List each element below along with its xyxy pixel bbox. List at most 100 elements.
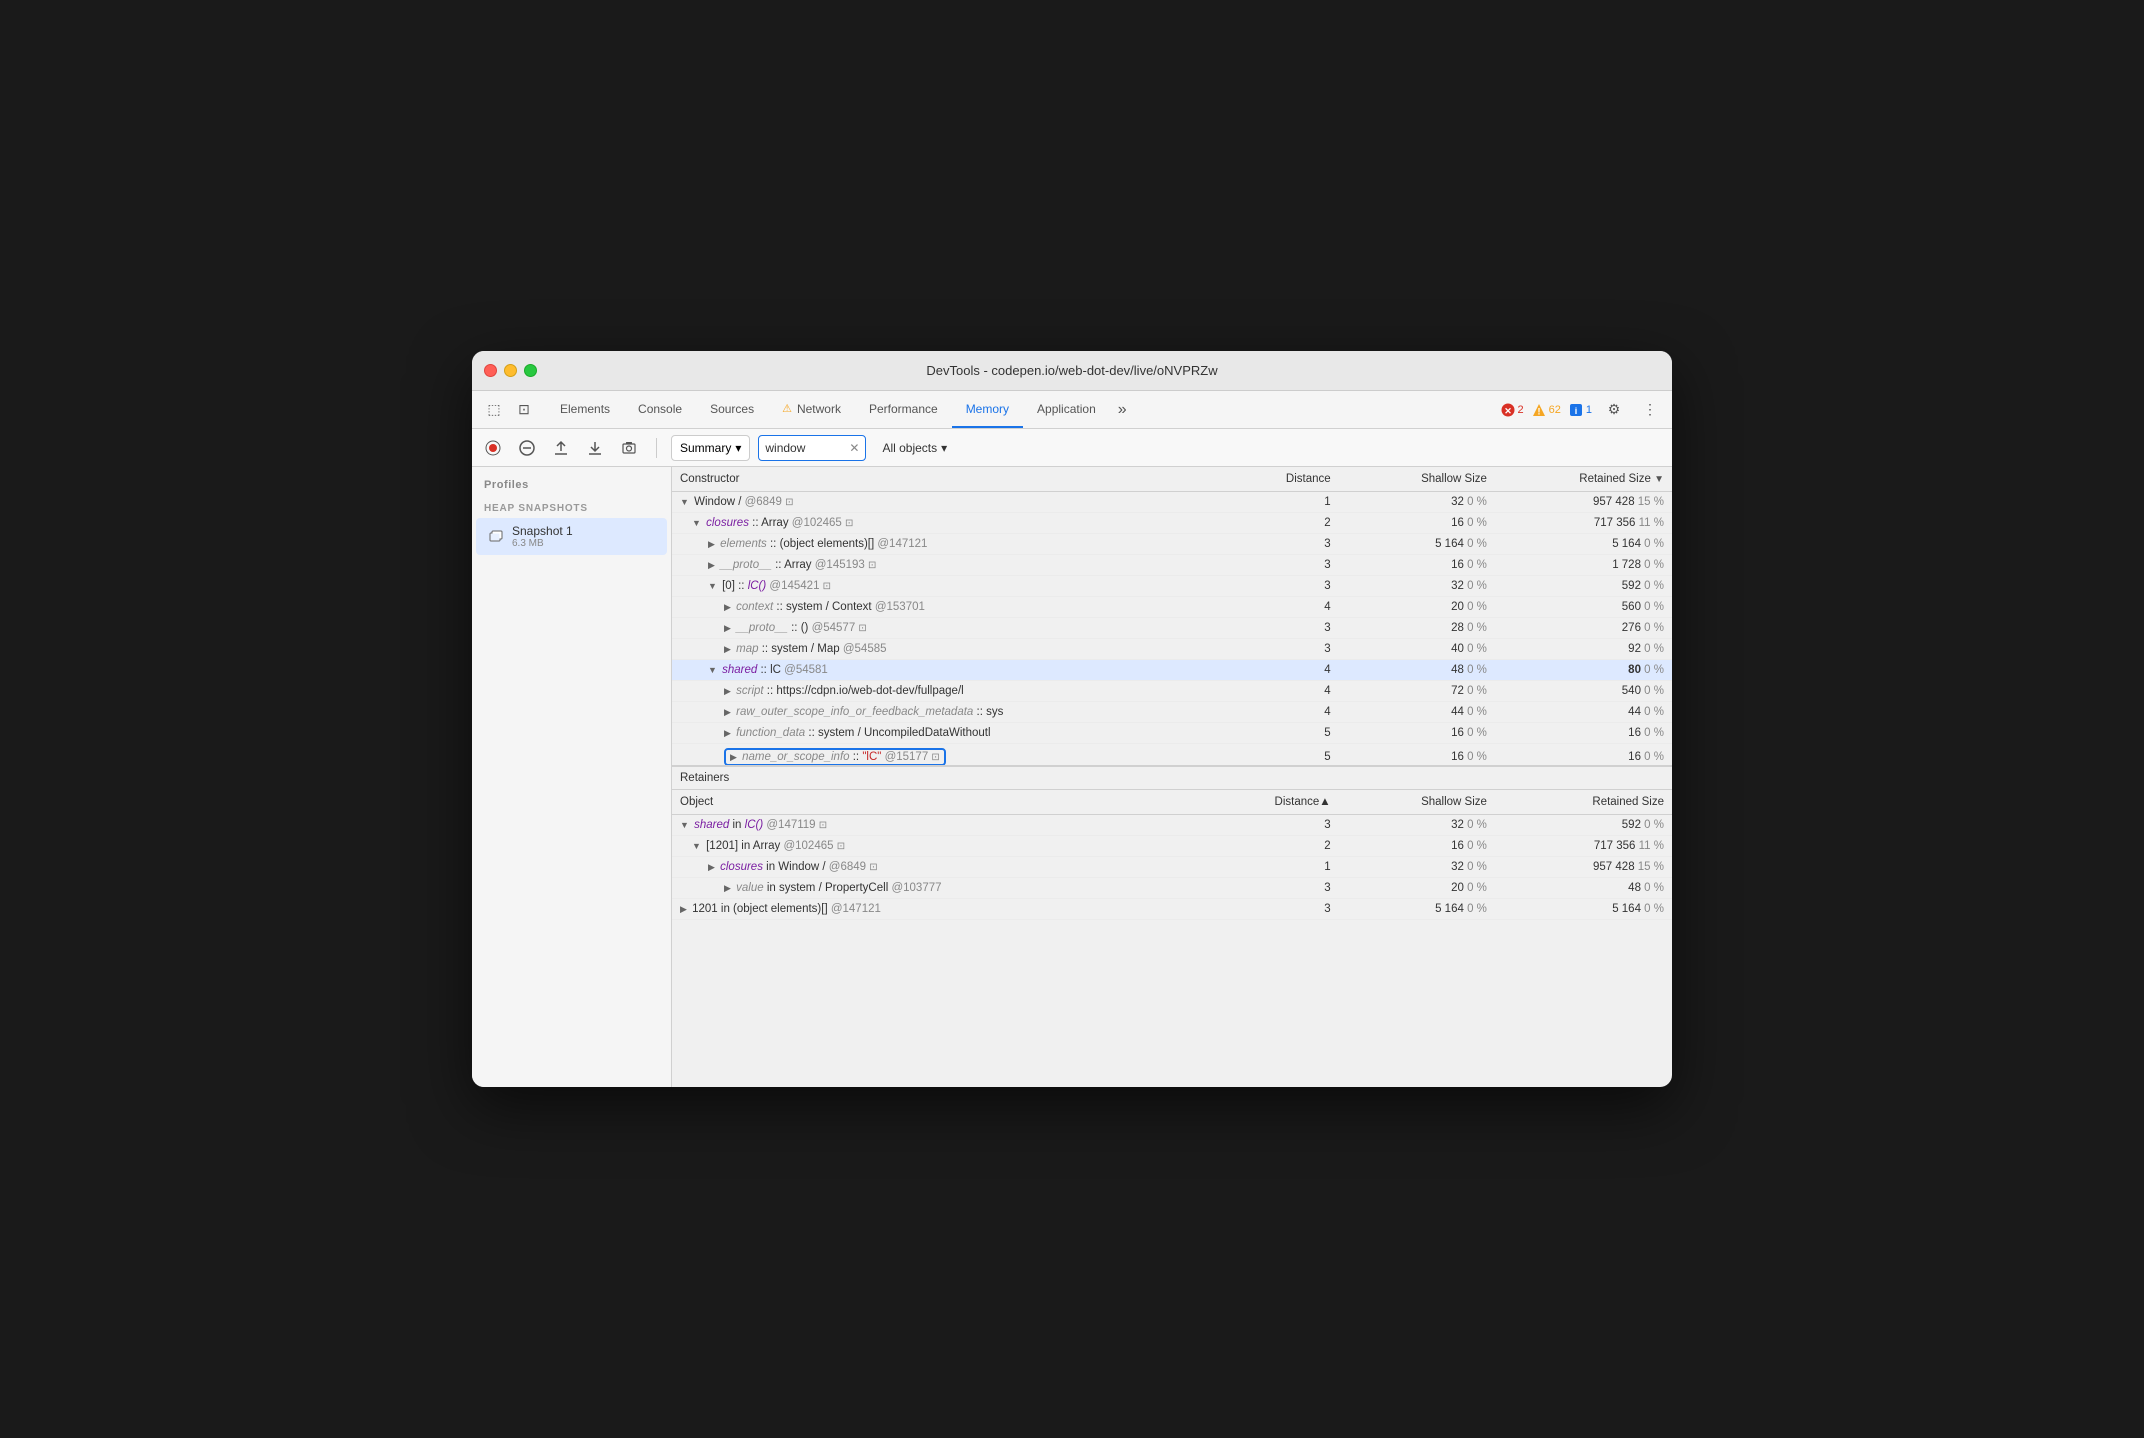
- table-row[interactable]: function_data :: system / UncompiledData…: [672, 723, 1672, 744]
- table-row[interactable]: shared in lC() @147119 ⊡ 3 32 0 % 592 0 …: [672, 814, 1672, 835]
- sidebar: Profiles HEAP SNAPSHOTS Snapshot 1 6.3 M…: [472, 467, 672, 1087]
- sidebar-item-snapshot1[interactable]: Snapshot 1 6.3 MB: [476, 518, 667, 555]
- tab-console[interactable]: Console: [624, 391, 696, 428]
- tree-toggle[interactable]: [708, 581, 717, 591]
- tree-toggle[interactable]: [708, 665, 717, 675]
- table-row[interactable]: 1201 in (object elements)[] @147121 3 5 …: [672, 898, 1672, 919]
- filter-input[interactable]: ✕: [758, 435, 866, 461]
- tree-toggle[interactable]: [724, 602, 731, 613]
- col-header-object[interactable]: Object: [672, 790, 1235, 815]
- col-header-distance[interactable]: Distance: [1235, 467, 1339, 492]
- tree-toggle[interactable]: [730, 752, 737, 763]
- tree-toggle[interactable]: [692, 841, 701, 851]
- tab-memory[interactable]: Memory: [952, 391, 1023, 428]
- filter-text-input[interactable]: [765, 441, 845, 455]
- snapshot-info: Snapshot 1 6.3 MB: [512, 524, 573, 549]
- tree-toggle[interactable]: [708, 560, 715, 571]
- col-header-shallow[interactable]: Shallow Size: [1339, 467, 1495, 492]
- more-tabs-button[interactable]: »: [1110, 391, 1135, 428]
- sort-indicator: ▼: [1654, 474, 1664, 485]
- col-header-shallow-ret[interactable]: Shallow Size: [1339, 790, 1495, 815]
- table-row[interactable]: [1201] in Array @102465 ⊡ 2 16 0 % 717 3…: [672, 835, 1672, 856]
- minimize-button[interactable]: [504, 364, 517, 377]
- tree-toggle[interactable]: [680, 497, 689, 507]
- col-header-retained[interactable]: Retained Size ▼: [1495, 467, 1672, 492]
- tree-toggle[interactable]: [680, 820, 689, 830]
- download-button[interactable]: [582, 435, 608, 461]
- table-row[interactable]: __proto__ :: () @54577 ⊡ 3 28 0 % 276 0 …: [672, 618, 1672, 639]
- table-row[interactable]: __proto__ :: Array @145193 ⊡ 3 16 0 % 1 …: [672, 555, 1672, 576]
- svg-text:!: !: [1537, 406, 1540, 416]
- main-content: Profiles HEAP SNAPSHOTS Snapshot 1 6.3 M…: [472, 467, 1672, 1087]
- maximize-button[interactable]: [524, 364, 537, 377]
- tab-network[interactable]: ⚠ Network: [768, 391, 855, 428]
- svg-text:✕: ✕: [1504, 406, 1512, 416]
- window-title: DevTools - codepen.io/web-dot-dev/live/o…: [926, 363, 1217, 378]
- sidebar-title: Profiles: [472, 475, 671, 499]
- objects-filter[interactable]: All objects ▾: [874, 435, 955, 461]
- snapshot-button[interactable]: [616, 435, 642, 461]
- col-header-retained-ret[interactable]: Retained Size: [1495, 790, 1672, 815]
- responsive-icon[interactable]: ⊡: [510, 396, 538, 424]
- table-row[interactable]: closures in Window / @6849 ⊡ 1 32 0 % 95…: [672, 856, 1672, 877]
- clear-button[interactable]: [514, 435, 540, 461]
- view-selector[interactable]: Summary ▾: [671, 435, 750, 461]
- table-row[interactable]: Window / @6849 ⊡ 1 32 0 % 957 428 15 %: [672, 492, 1672, 513]
- tree-toggle[interactable]: [692, 518, 701, 528]
- upper-table-section: Constructor Distance Shallow Size Retain…: [672, 467, 1672, 766]
- upper-table: Constructor Distance Shallow Size Retain…: [672, 467, 1672, 766]
- table-row[interactable]: context :: system / Context @153701 4 20…: [672, 597, 1672, 618]
- tree-toggle[interactable]: [724, 644, 731, 655]
- upload-button[interactable]: [548, 435, 574, 461]
- table-row[interactable]: elements :: (object elements)[] @147121 …: [672, 534, 1672, 555]
- toolbar-divider-1: [656, 438, 657, 458]
- table-row-selected[interactable]: shared :: lC @54581 4 48 0 % 80 0 %: [672, 660, 1672, 681]
- traffic-lights: [484, 364, 537, 377]
- settings-icon[interactable]: ⚙: [1600, 396, 1628, 424]
- svg-text:i: i: [1575, 406, 1578, 416]
- close-button[interactable]: [484, 364, 497, 377]
- warning-count: ! 62: [1532, 403, 1561, 417]
- filter-clear-button[interactable]: ✕: [849, 441, 859, 455]
- tab-performance[interactable]: Performance: [855, 391, 952, 428]
- content-area: Constructor Distance Shallow Size Retain…: [672, 467, 1672, 1087]
- tab-right-area: ✕ 2 ! 62 i 1 ⚙ ⋮: [1501, 391, 1669, 428]
- table-row-highlighted[interactable]: name_or_scope_info :: "lC" @15177 ⊡ 5 16…: [672, 744, 1672, 766]
- table-row[interactable]: map :: system / Map @54585 3 40 0 % 92 0…: [672, 639, 1672, 660]
- tree-toggle[interactable]: [724, 623, 731, 634]
- tree-toggle[interactable]: [724, 883, 731, 894]
- tree-toggle[interactable]: [724, 707, 731, 718]
- sidebar-section: HEAP SNAPSHOTS: [472, 499, 671, 518]
- memory-toolbar: Summary ▾ ✕ All objects ▾: [472, 429, 1672, 467]
- tab-sources[interactable]: Sources: [696, 391, 768, 428]
- lower-table: Object Distance▲ Shallow Size Retained S…: [672, 790, 1672, 920]
- tree-toggle[interactable]: [724, 728, 731, 739]
- tab-bar: ⬚ ⊡ Elements Console Sources ⚠ Network P…: [472, 391, 1672, 429]
- table-row[interactable]: closures :: Array @102465 ⊡ 2 16 0 % 717…: [672, 513, 1672, 534]
- tree-toggle[interactable]: [708, 862, 715, 873]
- error-count: ✕ 2: [1501, 403, 1524, 417]
- inspect-icon[interactable]: ⬚: [480, 396, 508, 424]
- table-row[interactable]: value in system / PropertyCell @103777 3…: [672, 877, 1672, 898]
- retainers-header: Retainers: [672, 766, 1672, 790]
- devtools-window: DevTools - codepen.io/web-dot-dev/live/o…: [472, 351, 1672, 1087]
- table-row[interactable]: [0] :: lC() @145421 ⊡ 3 32 0 % 592 0 %: [672, 576, 1672, 597]
- tree-toggle[interactable]: [680, 904, 687, 915]
- more-options-icon[interactable]: ⋮: [1636, 396, 1664, 424]
- highlighted-cell: name_or_scope_info :: "lC" @15177 ⊡: [724, 748, 946, 766]
- col-header-constructor[interactable]: Constructor: [672, 467, 1235, 492]
- tree-toggle[interactable]: [708, 539, 715, 550]
- snapshot-icon: [488, 529, 504, 545]
- devtools-icons: ⬚ ⊡: [476, 391, 542, 428]
- network-warning-icon: ⚠: [782, 402, 792, 415]
- tree-toggle[interactable]: [724, 686, 731, 697]
- tab-elements[interactable]: Elements: [546, 391, 624, 428]
- tab-application[interactable]: Application: [1023, 391, 1110, 428]
- table-row[interactable]: script :: https://cdpn.io/web-dot-dev/fu…: [672, 681, 1672, 702]
- col-header-distance-ret[interactable]: Distance▲: [1235, 790, 1339, 815]
- lower-table-section: Object Distance▲ Shallow Size Retained S…: [672, 790, 1672, 1088]
- info-count: i 1: [1569, 403, 1592, 417]
- record-button[interactable]: [480, 435, 506, 461]
- table-row[interactable]: raw_outer_scope_info_or_feedback_metadat…: [672, 702, 1672, 723]
- titlebar: DevTools - codepen.io/web-dot-dev/live/o…: [472, 351, 1672, 391]
